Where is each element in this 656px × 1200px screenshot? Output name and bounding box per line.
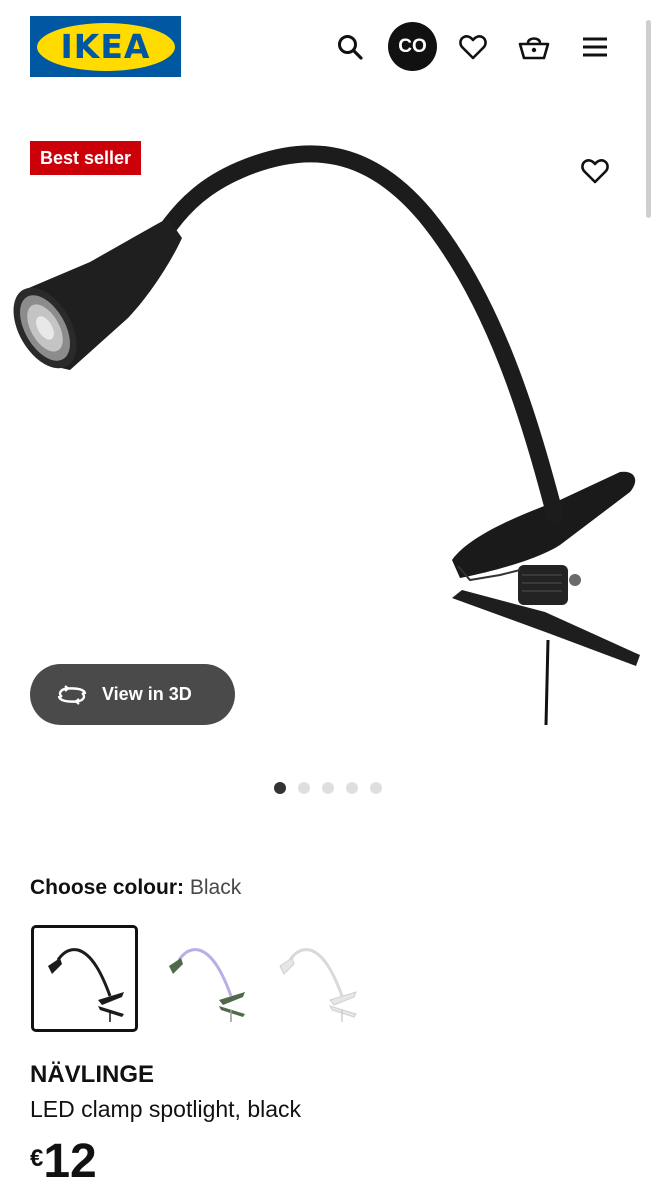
price-currency: € bbox=[30, 1145, 44, 1172]
search-icon[interactable] bbox=[325, 22, 375, 72]
carousel-dot[interactable] bbox=[298, 782, 310, 794]
heart-icon[interactable] bbox=[448, 22, 498, 72]
view-in-3d-button[interactable]: View in 3D bbox=[30, 664, 235, 725]
logo-oval: IKEA bbox=[36, 22, 175, 71]
carousel-dot[interactable] bbox=[346, 782, 358, 794]
lamp-thumbnail-green bbox=[168, 947, 245, 1022]
lamp-thumbnail-white bbox=[278, 947, 357, 1022]
product-description: LED clamp spotlight, black bbox=[30, 1096, 302, 1122]
top-header: IKEA CO bbox=[0, 0, 656, 95]
product-image[interactable] bbox=[0, 120, 656, 740]
best-seller-badge: Best seller bbox=[30, 141, 142, 175]
logo-text: IKEA bbox=[60, 27, 151, 66]
product-name: NÄVLINGE bbox=[30, 1061, 155, 1088]
selected-colour-value: Black bbox=[189, 876, 242, 899]
avatar[interactable]: CO bbox=[388, 22, 437, 71]
menu-icon[interactable] bbox=[570, 22, 620, 72]
lamp-thumbnail-black bbox=[47, 947, 124, 1022]
product-price: € 12 bbox=[30, 1138, 97, 1186]
carousel-dots bbox=[0, 782, 656, 794]
choose-colour-label: Choose colour: Black bbox=[30, 876, 241, 900]
colour-swatch-green-lilac[interactable] bbox=[152, 925, 259, 1032]
price-amount: 12 bbox=[43, 1135, 97, 1188]
ikea-logo[interactable]: IKEA bbox=[30, 16, 181, 77]
carousel-dot[interactable] bbox=[322, 782, 334, 794]
choose-colour-title: Choose colour: bbox=[30, 876, 185, 899]
view-in-3d-label: View in 3D bbox=[102, 684, 192, 704]
add-to-favourites-icon[interactable] bbox=[570, 146, 620, 196]
carousel-dot[interactable] bbox=[274, 782, 286, 794]
basket-icon[interactable] bbox=[509, 22, 559, 72]
colour-swatch-white[interactable] bbox=[263, 925, 370, 1032]
rotate-3d-icon bbox=[57, 684, 87, 705]
colour-swatch-black[interactable] bbox=[31, 925, 138, 1032]
carousel-dot[interactable] bbox=[370, 782, 382, 794]
